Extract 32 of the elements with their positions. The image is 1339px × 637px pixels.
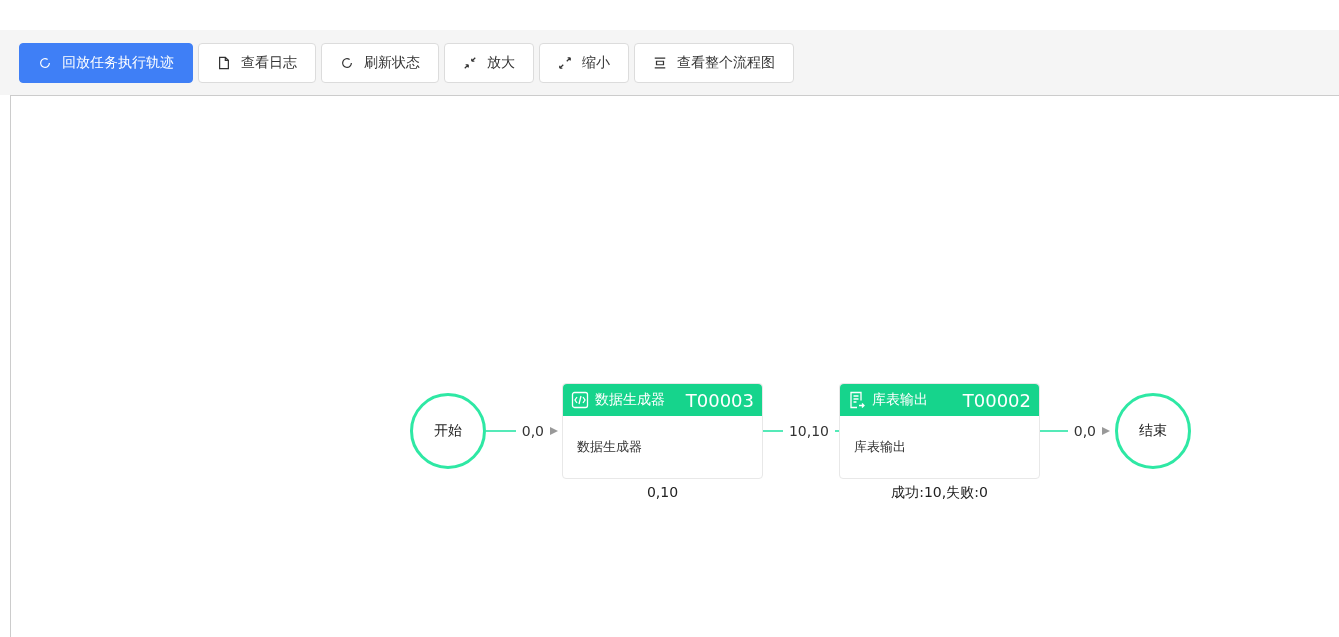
arrow-head-icon [550,427,558,435]
document-export-icon [848,391,866,409]
connector-line [486,430,516,432]
task-title: 库表输出 [872,391,929,409]
expand-arrows-icon [558,55,572,70]
toolbar-button[interactable]: 放大 [444,42,534,83]
edge-label: 10,10 [788,423,829,439]
toolbar-button[interactable]: 回放任务执行轨迹 [19,42,193,83]
task-body: 库表输出 [853,438,907,456]
shrink-arrows-icon [463,55,477,70]
toolbar-button[interactable]: 查看整个流程图 [634,42,794,83]
refresh-icon [38,55,52,70]
terminal-node[interactable]: 开始 [410,393,486,469]
task-code: T00002 [962,389,1031,411]
connector-line [1040,430,1068,432]
file-icon [217,55,231,70]
code-icon [571,391,589,409]
task-title: 数据生成器 [595,391,666,409]
terminal-node[interactable]: 结束 [1115,393,1191,469]
toolbar-button[interactable]: 刷新状态 [321,42,439,83]
refresh-icon [340,55,354,70]
edge-label: 0,0 [1073,423,1096,439]
toolbar-button[interactable]: 查看日志 [198,42,316,83]
task-stats: 0,10 [646,484,679,500]
task-stats: 成功:10,失败:0 [891,484,988,502]
toolbar-button[interactable]: 缩小 [539,42,629,83]
task-body: 数据生成器 [576,438,643,456]
arrow-head-icon [1102,427,1110,435]
connector-line [763,430,783,432]
edge-label: 0,0 [521,423,544,439]
task-code: T00003 [685,389,754,411]
fit-view-icon [653,55,667,70]
